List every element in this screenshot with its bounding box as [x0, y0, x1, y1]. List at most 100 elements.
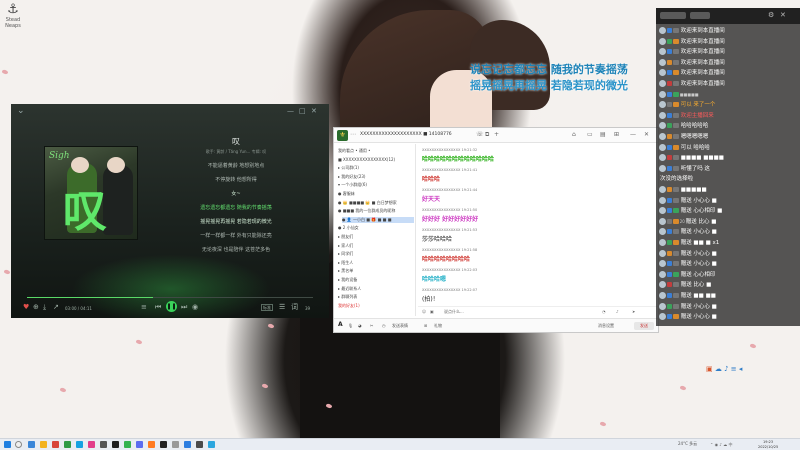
avatar[interactable]	[659, 207, 666, 215]
download-icon[interactable]: ⤓	[43, 302, 46, 312]
avatar[interactable]	[659, 37, 666, 45]
commenter-name[interactable]: 20	[680, 219, 685, 224]
live-comment[interactable]: 听懂了吗 这	[659, 164, 710, 173]
chat-input[interactable]: 说点什么...	[444, 309, 464, 315]
live-comment[interactable]: 赠送 比心 ■	[659, 280, 711, 289]
sidebar-item[interactable]: ▸ 公司群(1)	[338, 165, 359, 171]
message-settings[interactable]: 消息设置	[598, 323, 614, 329]
add-icon[interactable]: ⊕	[33, 302, 39, 312]
notification-icon[interactable]: ▣	[706, 365, 713, 373]
avatar[interactable]	[659, 101, 666, 109]
playlist-icon[interactable]: ☰	[279, 302, 285, 312]
edge-icon[interactable]	[28, 441, 35, 448]
app-icon-red[interactable]	[52, 441, 59, 448]
emoji-label[interactable]: 发送表情	[392, 323, 408, 329]
menu-icon[interactable]: ≡	[731, 365, 737, 373]
cloud-icon[interactable]: ☁	[715, 365, 722, 373]
share-icon[interactable]: ↗	[53, 302, 59, 312]
volume-icon[interactable]: ◉	[192, 302, 198, 312]
sidebar-item[interactable]: ▸ 群聊列表	[338, 294, 357, 300]
more-icon[interactable]: ⋯	[350, 131, 356, 138]
terminal-icon[interactable]	[160, 441, 167, 448]
live-comment[interactable]: 赠送 心心相印	[659, 270, 715, 279]
live-comment[interactable]: 赠送 ■■ ■ x1	[659, 238, 719, 247]
avatar[interactable]	[659, 164, 666, 172]
live-comment[interactable]: 可以 来了一个	[659, 100, 715, 109]
avatar[interactable]	[659, 313, 666, 321]
avatar[interactable]	[659, 58, 666, 66]
message-text[interactable]: 好天天	[422, 194, 440, 203]
sidebar-item[interactable]: ▸ 黑名单	[338, 268, 353, 274]
message-text[interactable]: (拍)！	[422, 294, 439, 303]
lyrics-toggle-icon[interactable]: 词	[291, 302, 298, 312]
live-comment[interactable]: 嗯嗯嗯嗯嗯	[659, 132, 708, 141]
live-comment[interactable]: ■■■■■	[659, 90, 700, 99]
lyric-line[interactable]: 一样一样都一样 外有只能除还亮	[181, 229, 291, 243]
live-comment[interactable]: ■■■■■	[659, 185, 707, 194]
folder-icon[interactable]	[40, 441, 47, 448]
windows-start-icon[interactable]	[4, 441, 11, 448]
apps-icon[interactable]: ⊞	[614, 131, 619, 138]
previous-icon[interactable]: ⏮	[155, 302, 161, 312]
send-button[interactable]: 发送	[634, 322, 654, 330]
mic-icon[interactable]: ♪	[724, 365, 728, 373]
lyric-line[interactable]: 无论夜深 也是陪伴 这苍茫多色	[181, 243, 291, 257]
window-icon[interactable]: ▭	[587, 131, 593, 138]
lyric-line[interactable]: 不能逼着黄龄 地想别地点	[181, 159, 291, 173]
next-icon[interactable]: ⏭	[181, 302, 187, 312]
message-text[interactable]: 莎莎哈哈哈	[422, 234, 452, 243]
sidebar-item[interactable]: ■ XXXXXXXXXXXXXXXX(12)	[338, 157, 395, 162]
live-comment[interactable]: 赠送 小心心 ■	[659, 196, 717, 205]
chat-app-icon[interactable]	[124, 441, 131, 448]
avatar[interactable]	[659, 80, 666, 87]
live-comment[interactable]: 可以 哈哈哈	[659, 143, 710, 152]
live-comment[interactable]: 赠送 小心心 ■	[659, 312, 717, 321]
desktop-lyrics-overlay[interactable]: 说忘记忘都忘忘 随我的节奏摇荡 摇晃摇晃再摇晃 若隐若现的微光	[470, 62, 650, 94]
avatar[interactable]	[659, 249, 666, 257]
mic-icon[interactable]: ♪	[616, 309, 619, 314]
sidebar-item[interactable]: ▸ 陌生人	[338, 260, 353, 266]
live-comment[interactable]: 赠送 小心心 ■	[659, 302, 717, 311]
avatar[interactable]	[659, 260, 666, 268]
music-app-icon[interactable]	[112, 441, 119, 448]
send-arrow-icon[interactable]: ➤	[632, 309, 635, 314]
sidebar-item[interactable]: ▸ 朋友们	[338, 234, 353, 240]
live-comment[interactable]: 哈哈哈哈哈	[659, 121, 708, 130]
app-icon-dark[interactable]	[100, 441, 107, 448]
sidebar-item[interactable]: ▸ 我的设备	[338, 277, 357, 283]
weather-widget[interactable]: 24°C 多云	[678, 441, 697, 447]
live-comment[interactable]: ■■■■ ■■■■	[659, 153, 724, 162]
live-comment[interactable]: 欢迎来到本直播间	[659, 58, 725, 67]
close-icon[interactable]: ✕	[780, 11, 786, 19]
album-cover[interactable]: Sigh 叹	[44, 146, 138, 240]
live-comment[interactable]: 赠送 ■■ ■■	[659, 291, 716, 300]
live-comment[interactable]: 欢迎来到本直播间	[659, 79, 725, 88]
user-icon[interactable]: ◕	[358, 323, 362, 328]
app-icon-gray[interactable]	[172, 441, 179, 448]
avatar[interactable]	[659, 143, 666, 151]
close-icon[interactable]: ✕	[311, 107, 317, 115]
gift-icon[interactable]: ⊞	[424, 323, 427, 328]
sidebar-item[interactable]: ▸ 最近联系人	[338, 286, 361, 292]
sidebar-item[interactable]: ▾ 一个小群组(6)	[338, 182, 367, 188]
phone-icon[interactable]: ☏	[476, 131, 484, 138]
home-icon[interactable]: ⌂	[572, 131, 576, 138]
live-comment[interactable]: 欢迎来到本直播间	[659, 68, 725, 77]
app-icon-blue[interactable]	[76, 441, 83, 448]
app-icon-sky[interactable]	[208, 441, 215, 448]
quality-badge[interactable]: 标准	[261, 304, 273, 311]
minimize-icon[interactable]: —	[287, 107, 294, 115]
sidebar-item[interactable]: ▸ 我的好友(23)	[338, 174, 366, 180]
message-text[interactable]: 好好好 好好好好好好	[422, 214, 478, 223]
sidebar-item[interactable]: ● 👑 ■■■■ 👑 ■ 白日梦想家	[338, 200, 397, 206]
avatar[interactable]	[659, 27, 666, 34]
tray-icons[interactable]: ⌃ ◉ ♪ ☁ 中	[710, 442, 732, 448]
header-tab[interactable]	[660, 12, 686, 19]
scissors-icon[interactable]: ✂	[370, 323, 373, 328]
commenter-name[interactable]: ■■■■■	[680, 92, 699, 97]
avatar[interactable]	[659, 133, 666, 140]
live-comment[interactable]: 赠送 小心心 ■	[659, 249, 717, 258]
app-icon-orange[interactable]	[148, 441, 155, 448]
live-comment[interactable]: 欢迎来到本直播间	[659, 26, 725, 35]
app-icon-slate[interactable]	[196, 441, 203, 448]
